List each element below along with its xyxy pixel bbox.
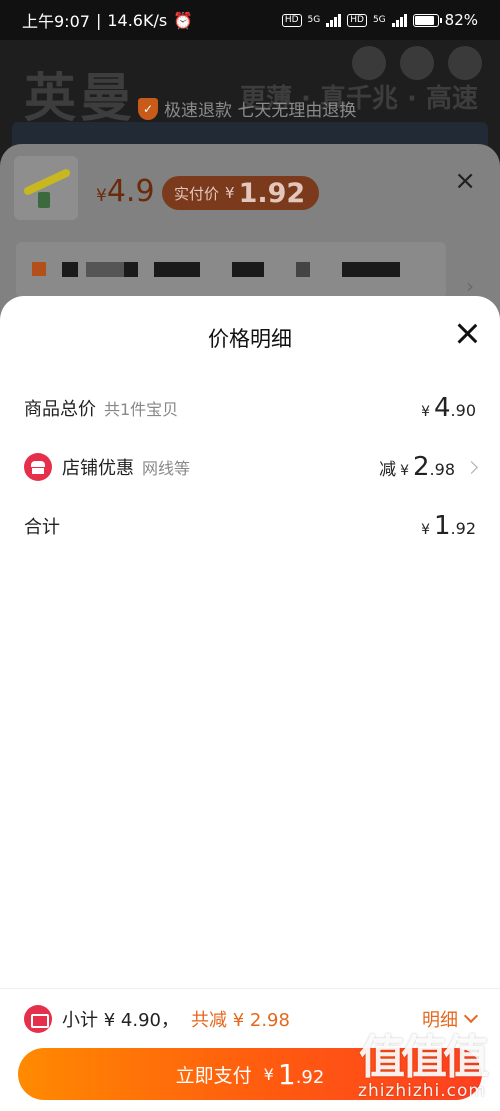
subtotal-text: 小计 ¥ 4.90， (62, 1010, 179, 1031)
row-total: 合计 ¥1.92 (24, 506, 476, 546)
signal-icon-2 (391, 13, 407, 27)
saved-text: 共减 ¥ 2.98 (190, 1010, 290, 1031)
sku-price: ¥4.9 (96, 174, 155, 209)
site-watermark: 值值值 zhizhizhi.com (358, 1030, 489, 1101)
pay-currency: ¥ (263, 1064, 274, 1084)
pay-decimal: .92 (295, 1067, 325, 1088)
refund-text: 极速退款 七天无理由退换 (164, 101, 357, 121)
brand-banner: 英曼 (24, 69, 137, 129)
share-icon (352, 46, 386, 80)
watermark-site: zhizhizhi.com (358, 1081, 486, 1101)
product-thumbnail (14, 156, 78, 220)
sku-spec-row (16, 242, 446, 298)
row-value: 减 ¥2.98 (379, 452, 455, 482)
actual-price-badge: 实付价 ¥ 1.92 (162, 176, 320, 210)
alarm-icon: ⏰ (173, 10, 194, 30)
signal-icon (326, 13, 342, 27)
status-bar: 上午9:07 | 14.6K/s ⏰ HD 5G HD 5G 82% (0, 0, 500, 40)
hd-icon-2: HD (347, 13, 367, 27)
clock: 上午9:07 (22, 12, 90, 31)
pay-label: 立即支付 (175, 1064, 252, 1087)
separator: | (95, 10, 102, 30)
chevron-down-icon (463, 1008, 479, 1024)
battery-icon (412, 13, 442, 27)
row-value: ¥1.92 (421, 511, 476, 541)
row-goods-total: 商品总价 共1件宝贝 ¥4.90 (24, 388, 476, 428)
sheet-title: 价格明细 (208, 327, 292, 351)
pay-integer: 1 (277, 1057, 296, 1091)
row-label: 店铺优惠 (62, 458, 134, 479)
hd-icon: HD (281, 13, 302, 27)
network-type-2: 5G (372, 15, 386, 25)
more-icon (448, 46, 482, 80)
detail-label: 明细 (422, 1010, 458, 1031)
row-shop-discount[interactable]: 店铺优惠 网线等 减 ¥2.98 (24, 447, 478, 487)
chevron-right-icon: › (466, 274, 474, 298)
battery-level: 82% (444, 11, 478, 29)
cart-icon (400, 46, 434, 80)
close-icon[interactable] (456, 322, 478, 344)
network-type-1: 5G (307, 15, 321, 25)
refund-badge: ✓ 极速退款 七天无理由退换 (138, 96, 356, 121)
row-label: 合计 (24, 517, 60, 538)
detail-toggle[interactable]: 明细 (422, 1006, 479, 1032)
watermark-logo: 值值值 (359, 1030, 489, 1084)
row-sub: 网线等 (142, 459, 191, 478)
coupon-icon (24, 1005, 52, 1033)
shop-icon (24, 453, 52, 481)
chevron-right-icon (465, 460, 478, 474)
close-icon[interactable]: × (454, 166, 476, 196)
network-speed: 14.6K/s (107, 10, 168, 30)
row-value: ¥4.90 (421, 393, 476, 423)
row-label: 商品总价 (24, 399, 96, 420)
row-sub: 共1件宝贝 (104, 400, 179, 419)
shield-check-icon: ✓ (138, 97, 158, 120)
